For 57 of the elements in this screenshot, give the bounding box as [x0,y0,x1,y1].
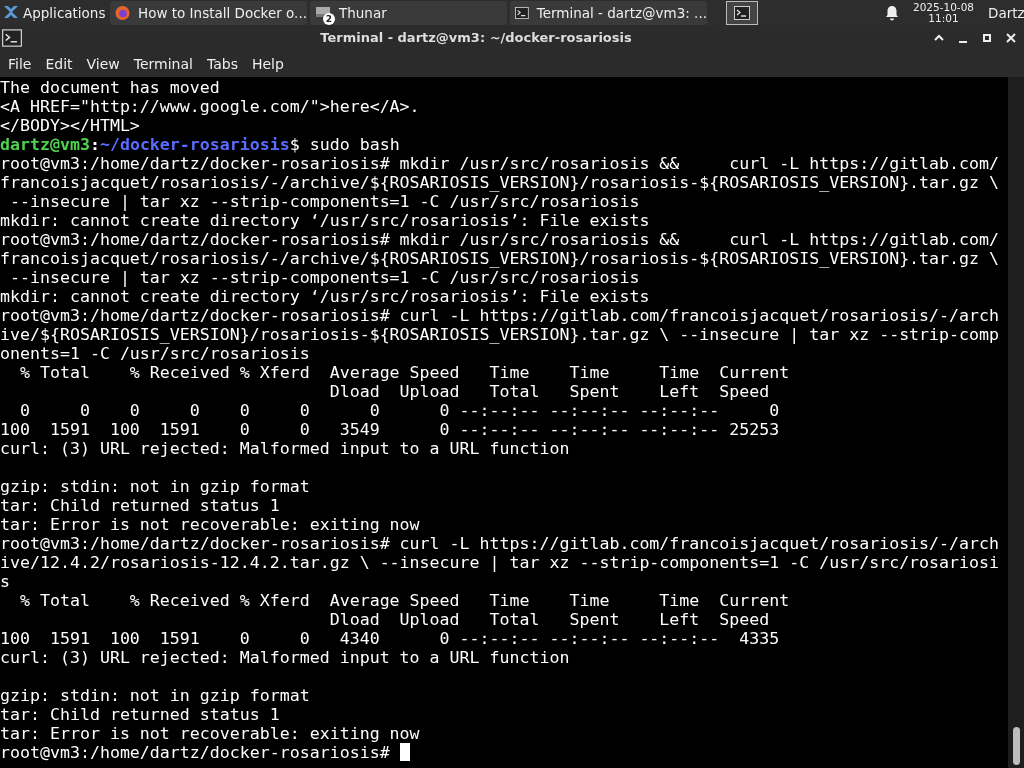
maximize-icon[interactable] [981,31,993,44]
terminal-line: s [0,572,10,591]
terminal-line: </BODY></HTML> [0,116,140,135]
terminal-line: tar: Child returned status 1 [0,705,280,724]
menu-item[interactable]: Edit [38,55,80,72]
terminal-line: Dload Upload Total Spent Left Speed [328,382,770,401]
terminal-line: Dload Upload Total Spent Left Speed [328,610,770,629]
terminal-line: ive/${ROSARIOSIS_VERSION}/rosariosis-${ROSARIOSIS_VERSION}.tar.gz \ --insecure | tar xz --strip-comp [0,325,1000,344]
terminal-line: francoisjacquet/rosariosis/-/archive/${ROSARIOSIS_VERSION}/rosariosis-${ROSARIOSIS_VERSION}.tar.gz \ [0,249,1000,268]
terminal-line: dartz@vm3:~/docker-rosariosis$ sudo bash [0,135,400,154]
app-menu-icon [3,4,19,21]
terminal-icon [734,4,750,21]
user-name[interactable]: Dartz [988,4,1024,21]
terminal-line: --insecure | tar xz --strip-components=1 -C /usr/src/rosariosis [9,268,640,287]
terminal-line: root@vm3:/home/dartz/docker-rosariosis# [0,743,391,762]
terminal-line: tar: Error is not recoverable: exiting now [0,724,420,743]
terminal-line: <A HREF="http://www.google.com/">here</A>. [0,97,420,116]
menu-item[interactable]: Help [244,55,291,72]
terminal-line: root@vm3:/home/dartz/docker-rosariosis# curl -L https://gitlab.com/francoisjacquet/rosariosis/-/arch [0,306,1000,325]
terminal-line: 0 0 0 0 0 0 0 0 --:--:-- --:--:-- --:--:-- 0 [18,401,780,420]
terminal-line: francoisjacquet/rosariosis/-/archive/${ROSARIOSIS_VERSION}/rosariosis-${ROSARIOSIS_VERSION}.tar.gz \ [0,173,1000,192]
terminal-line: ive/12.4.2/rosariosis-12.4.2.tar.gz \ --insecure | tar xz --strip-components=1 -C /usr/src/rosariosi [0,553,1000,572]
taskbar-task[interactable]: How to Install Docker o... [110,0,307,25]
terminal-line: root@vm3:/home/dartz/docker-rosariosis# mkdir /usr/src/rosariosis && curl -L https://gitlab.com/ [0,230,1000,249]
applications-menu[interactable]: Applications [0,0,110,25]
taskbar-task[interactable]: Terminal - dartz@vm3: ... [510,0,707,25]
terminal-line: tar: Child returned status 1 [0,496,280,515]
terminal-icon [515,4,529,21]
terminal-line: mkdir: cannot create directory ‘/usr/src/rosariosis’: File exists [0,287,650,306]
terminal-line: root@vm3:/home/dartz/docker-rosariosis# mkdir /usr/src/rosariosis && curl -L https://gitlab.com/ [0,154,1000,173]
scrollbar-thumb[interactable] [1013,727,1020,765]
scrollbar[interactable] [1008,77,1024,768]
taskbar-task[interactable]: 2 Thunar [310,0,507,25]
bell-icon[interactable] [884,4,899,21]
terminal-line: The document has moved [0,78,220,97]
window-title: Terminal - dartz@vm3: ~/docker-rosariosis [319,30,633,45]
terminal-line: gzip: stdin: not in gzip format [0,477,310,496]
menu-item[interactable]: View [79,55,127,72]
terminal-line: curl: (3) URL rejected: Malformed input to a URL function [0,648,570,667]
terminal-line: tar: Error is not recoverable: exiting now [0,515,420,534]
close-icon[interactable] [1005,31,1017,44]
terminal-launcher[interactable] [726,0,758,25]
terminal-line: mkdir: cannot create directory ‘/usr/src/rosariosis’: File exists [0,211,650,230]
terminal-line: curl: (3) URL rejected: Malformed input to a URL function [0,439,570,458]
terminal-line: root@vm3:/home/dartz/docker-rosariosis# curl -L https://gitlab.com/francoisjacquet/rosariosis/-/arch [0,534,1000,553]
browser-icon [115,4,130,21]
terminal-line: 100 1591 100 1591 0 0 4340 0 --:--:-- --:--:-- --:--:-- 4335 [0,629,780,648]
terminal-line: % Total % Received % Xferd Average Speed Time Time Time Current [18,591,790,610]
menu-item[interactable]: File [1,55,39,72]
terminal-line: --insecure | tar xz --strip-components=1 -C /usr/src/rosariosis [9,192,640,211]
menu-item[interactable]: Terminal [126,55,200,72]
clock[interactable]: 2025-10-08 11:01 [912,1,974,24]
terminal-line: % Total % Received % Xferd Average Speed Time Time Time Current [18,363,790,382]
menu-item[interactable]: Tabs [199,55,245,72]
terminal-line: 100 1591 100 1591 0 0 3549 0 --:--:-- --:--:-- --:--:-- 25253 [0,420,780,439]
terminal-line: onents=1 -C /usr/src/rosariosis [0,344,310,363]
terminal-line: gzip: stdin: not in gzip format [0,686,310,705]
